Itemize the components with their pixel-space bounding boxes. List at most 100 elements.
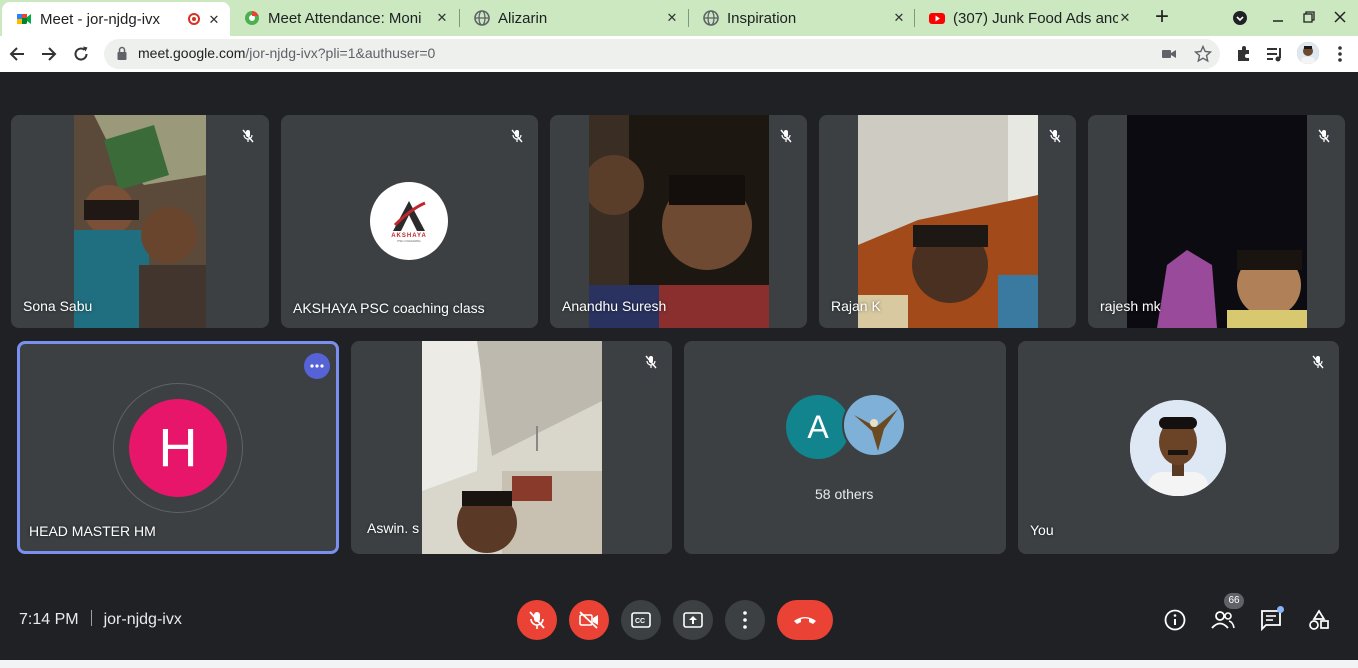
participant-tile-anandhu[interactable]: Anandhu Suresh xyxy=(550,115,807,328)
tab-title: Meet - jor-njdg-ivx xyxy=(40,10,161,28)
meeting-info: 7:14 PM jor-njdg-ivx xyxy=(19,610,182,629)
present-to-all-icon xyxy=(683,612,703,628)
tab-inspiration[interactable]: Inspiration ✕ xyxy=(689,0,915,36)
others-count-label: 58 others xyxy=(815,486,874,502)
bookmark-star-icon[interactable] xyxy=(1194,45,1212,63)
muted-indicator xyxy=(1044,125,1066,147)
others-avatar: A xyxy=(786,395,850,459)
tab-search-button[interactable] xyxy=(1228,6,1252,30)
tab-title: (307) Junk Food Ads anc xyxy=(953,9,1118,27)
akshaya-logo-icon xyxy=(393,201,426,231)
captions-button[interactable]: CC xyxy=(621,600,661,640)
more-vert-icon xyxy=(743,611,747,629)
muted-indicator xyxy=(775,125,797,147)
mic-off-icon xyxy=(511,129,523,143)
minimize-icon xyxy=(1273,20,1283,22)
head-master-avatar: H xyxy=(129,399,227,497)
people-button[interactable] xyxy=(1211,608,1235,632)
participant-tile-you[interactable]: You xyxy=(1018,341,1339,554)
participant-tile-akshaya[interactable]: AKSHAYA PSC COACHING AKSHAYA PSC coachin… xyxy=(281,115,538,328)
videocam-off-icon xyxy=(579,611,598,629)
muted-indicator xyxy=(506,125,528,147)
close-tab-icon[interactable]: ✕ xyxy=(891,10,907,26)
tab-meet-attendance[interactable]: Meet Attendance: Moni ✕ xyxy=(230,0,458,36)
participant-tile-rajan[interactable]: Rajan K xyxy=(819,115,1076,328)
participant-name: rajesh mk xyxy=(1100,298,1161,314)
present-screen-button[interactable] xyxy=(673,600,713,640)
extensions-icon[interactable] xyxy=(1234,44,1254,64)
close-tab-icon[interactable]: ✕ xyxy=(664,10,680,26)
logo-subtext: PSC COACHING xyxy=(397,239,421,243)
back-button[interactable] xyxy=(5,42,29,66)
tab-alizarin[interactable]: Alizarin ✕ xyxy=(460,0,688,36)
participant-tile-others[interactable]: A 58 others xyxy=(684,341,1006,554)
tab-meet[interactable]: Meet - jor-njdg-ivx ✕ xyxy=(2,2,230,36)
others-avatar-photo xyxy=(842,393,906,457)
muted-indicator xyxy=(1307,351,1329,373)
new-tab-button[interactable]: + xyxy=(1150,5,1174,30)
mic-off-icon xyxy=(529,611,545,629)
tab-title: Meet Attendance: Moni xyxy=(268,9,422,27)
more-vert-icon[interactable] xyxy=(1330,44,1350,64)
meet-icon xyxy=(17,14,31,24)
mic-off-icon xyxy=(1318,129,1330,143)
call-end-icon xyxy=(794,617,816,624)
minimize-button[interactable] xyxy=(1266,6,1290,30)
participant-tile-aswin[interactable]: Aswin. s xyxy=(351,341,672,554)
mic-off-icon xyxy=(1312,355,1324,369)
url-text: meet.google.com/jor-njdg-ivx?pli=1&authu… xyxy=(138,45,435,61)
mic-off-icon xyxy=(1049,129,1061,143)
tab-youtube[interactable]: (307) Junk Food Ads anc ✕ xyxy=(915,0,1141,36)
meeting-code: jor-njdg-ivx xyxy=(103,611,182,628)
close-tab-icon[interactable]: ✕ xyxy=(1117,10,1133,26)
participant-name: Rajan K xyxy=(831,298,881,314)
forward-button[interactable] xyxy=(37,42,61,66)
participant-tile-head-master[interactable]: H HEAD MASTER HM xyxy=(17,341,339,554)
tab-title: Inspiration xyxy=(727,9,797,27)
restore-icon xyxy=(1303,11,1315,23)
chevron-down-icon xyxy=(1233,11,1247,25)
akshaya-logo: AKSHAYA PSC COACHING xyxy=(370,182,448,260)
close-window-button[interactable] xyxy=(1328,6,1352,30)
address-bar[interactable]: meet.google.com/jor-njdg-ivx?pli=1&authu… xyxy=(104,39,1220,69)
close-tab-icon[interactable]: ✕ xyxy=(206,12,222,28)
participant-name: You xyxy=(1030,522,1054,538)
camera-blocked-icon[interactable] xyxy=(1160,45,1178,63)
participant-name: HEAD MASTER HM xyxy=(29,523,156,539)
meeting-details-button[interactable] xyxy=(1163,608,1187,632)
camera-toggle-button[interactable] xyxy=(569,600,609,640)
tab-strip: Meet - jor-njdg-ivx ✕ Meet Attendance: M… xyxy=(0,0,1358,36)
mic-off-icon xyxy=(780,129,792,143)
mic-toggle-button[interactable] xyxy=(517,600,557,640)
restore-button[interactable] xyxy=(1297,6,1321,30)
youtube-icon xyxy=(929,13,945,24)
video-feed xyxy=(589,115,769,328)
unread-chat-dot xyxy=(1277,606,1284,613)
current-time: 7:14 PM xyxy=(19,611,79,628)
browser-toolbar: meet.google.com/jor-njdg-ivx?pli=1&authu… xyxy=(0,36,1358,72)
self-photo-icon xyxy=(1130,400,1226,496)
muted-indicator xyxy=(237,125,259,147)
info-icon xyxy=(1164,609,1186,631)
participant-tile-sona-sabu[interactable]: Sona Sabu xyxy=(11,115,269,328)
tab-title: Alizarin xyxy=(498,9,548,27)
mic-off-icon xyxy=(242,129,254,143)
close-tab-icon[interactable]: ✕ xyxy=(434,10,450,26)
divider xyxy=(90,610,92,626)
muted-indicator xyxy=(640,351,662,373)
leave-call-button[interactable] xyxy=(777,600,833,640)
reload-button[interactable] xyxy=(69,42,93,66)
arrow-left-icon xyxy=(9,47,24,61)
more-options-button[interactable] xyxy=(725,600,765,640)
mic-off-icon xyxy=(645,355,657,369)
more-horiz-icon xyxy=(310,364,324,368)
participant-count-badge: 66 xyxy=(1224,593,1244,609)
reload-icon xyxy=(74,46,88,61)
svg-text:CC: CC xyxy=(635,618,645,625)
media-control-icon[interactable] xyxy=(1265,44,1285,64)
more-options-button[interactable] xyxy=(304,353,330,379)
activities-button[interactable] xyxy=(1307,608,1331,632)
participant-tile-rajesh[interactable]: rajesh mk xyxy=(1088,115,1345,328)
muted-indicator xyxy=(1313,125,1335,147)
profile-avatar[interactable] xyxy=(1297,42,1319,64)
